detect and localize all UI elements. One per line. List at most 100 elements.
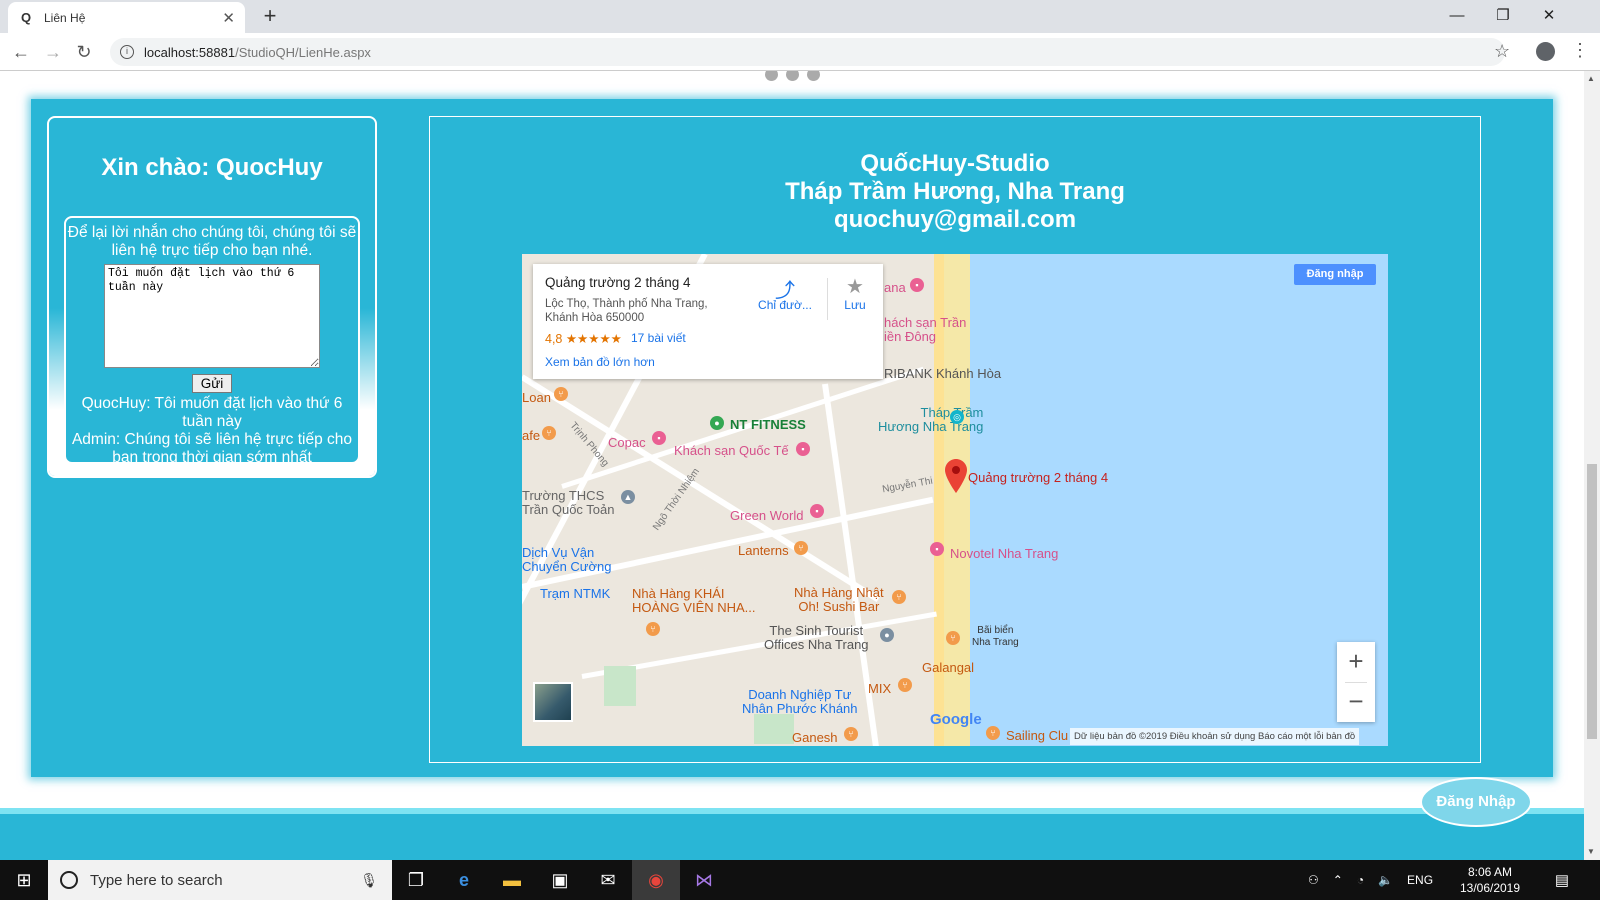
login-button[interactable]: Đăng Nhập	[1420, 777, 1532, 827]
map-label-ana[interactable]: ana	[884, 280, 906, 295]
forward-icon[interactable]: →	[42, 41, 64, 63]
map-label-galangal[interactable]: Galangal	[922, 660, 974, 675]
restaurant-pin-icon[interactable]: ⑂	[646, 622, 660, 636]
window-minimize-button[interactable]: —	[1434, 0, 1480, 30]
scrollbar-thumb[interactable]	[1587, 464, 1597, 739]
map-label-novotel[interactable]: Novotel Nha Trang	[950, 546, 1058, 561]
map-label-quang-truong[interactable]: Quảng trường 2 tháng 4	[968, 470, 1108, 485]
cortana-icon	[60, 871, 78, 889]
map-label-nt-fitness[interactable]: NT FITNESS	[730, 417, 806, 432]
volume-icon[interactable]: 🔈	[1378, 873, 1393, 887]
map-label-ganesh[interactable]: Ganesh	[792, 730, 838, 745]
save-place-button[interactable]: ★ Lưu	[835, 274, 875, 312]
new-tab-button[interactable]: +	[258, 3, 282, 29]
site-info-icon[interactable]: i	[120, 45, 134, 59]
address-bar[interactable]: i localhost:58881 /StudioQH/LienHe.aspx	[110, 38, 1505, 66]
restaurant-pin-icon[interactable]: ⑂	[892, 590, 906, 604]
map-label-sailing[interactable]: Sailing Clu	[1006, 728, 1068, 743]
map-pin-icon[interactable]: ●	[710, 416, 724, 430]
map-label-lanterns[interactable]: Lanterns	[738, 543, 789, 558]
hotel-pin-icon[interactable]: ▪	[796, 442, 810, 456]
place-pin-icon[interactable]: ●	[880, 628, 894, 642]
map-label-khach-san-quoc-te[interactable]: Khách sạn Quốc Tế	[674, 443, 789, 458]
map-label-mix[interactable]: MIX	[868, 681, 891, 696]
map-label-bai-bien[interactable]: Bãi biển Nha Trang	[972, 625, 1019, 649]
window-close-button[interactable]: ✕	[1526, 0, 1572, 30]
map-label-khach-san-tran[interactable]: hách sạn Trần iền Đông	[884, 316, 966, 344]
chrome-icon[interactable]: ◉	[632, 860, 680, 900]
store-icon[interactable]: ▣	[536, 860, 584, 900]
google-map[interactable]: ● NT FITNESS ▪ Copac Khách sạn Quốc Tế ▪…	[522, 254, 1388, 746]
tray-chevron-icon[interactable]: ⌃	[1333, 873, 1343, 887]
restaurant-pin-icon[interactable]: ⑂	[844, 727, 858, 741]
larger-map-link[interactable]: Xem bản đồ lớn hơn	[545, 355, 655, 369]
map-label-tram-ntmk[interactable]: Trạm NTMK	[540, 586, 610, 601]
satellite-toggle-button[interactable]	[533, 682, 573, 722]
restaurant-pin-icon[interactable]: ⑂	[946, 631, 960, 645]
restaurant-pin-icon[interactable]: ⑂	[554, 387, 568, 401]
map-label-truong-thcs[interactable]: Trường THCS Trần Quốc Toản	[522, 489, 615, 517]
directions-icon: ⤴	[775, 280, 795, 302]
map-attribution[interactable]: Dữ liệu bản đồ ©2019 Điều khoản sử dụng …	[1070, 728, 1360, 745]
chat-message-user: QuocHuy: Tôi muốn đặt lịch vào thứ 6 tuầ…	[81, 395, 343, 430]
page-scrollbar[interactable]: ▲ ▼	[1584, 71, 1600, 860]
reload-icon[interactable]: ↻	[73, 41, 95, 63]
restaurant-pin-icon[interactable]: ⑂	[986, 726, 1000, 740]
map-label-nha-hang-khai[interactable]: Nhà Hàng KHÁI HOÀNG VIÊN NHA...	[632, 587, 756, 615]
zoom-out-button[interactable]: −	[1337, 682, 1375, 722]
map-label-nha-hang-nhat[interactable]: Nhà Hàng Nhật Oh! Sushi Bar	[794, 586, 884, 614]
directions-button[interactable]: ⤴ Chỉ đườ...	[758, 274, 812, 312]
hotel-pin-icon[interactable]: ▪	[652, 431, 666, 445]
attraction-pin-icon[interactable]: ◎	[950, 410, 964, 424]
zoom-in-button[interactable]: +	[1337, 642, 1375, 682]
edge-browser-icon[interactable]: e	[440, 860, 488, 900]
map-label-copac[interactable]: Copac	[608, 435, 646, 450]
scroll-up-icon[interactable]: ▲	[1587, 74, 1595, 83]
slider-dot[interactable]	[786, 71, 799, 81]
visual-studio-icon[interactable]: ⋈	[680, 860, 728, 900]
people-icon[interactable]: ⚇	[1308, 873, 1319, 887]
restaurant-pin-icon[interactable]: ⑂	[542, 426, 556, 440]
task-view-icon[interactable]: ❐	[392, 860, 440, 900]
map-label-thap-tram-huong[interactable]: Tháp Trầm Hương Nha Trang	[878, 406, 983, 434]
map-label-dich-vu[interactable]: Dịch Vụ Vận Chuyển Cường	[522, 546, 612, 574]
map-label-loan[interactable]: Loan	[522, 390, 551, 405]
map-label-agribank[interactable]: RIBANK Khánh Hòa	[884, 366, 1001, 381]
back-icon[interactable]: ←	[10, 41, 32, 63]
language-indicator[interactable]: ENG	[1407, 873, 1433, 887]
mail-icon[interactable]: ✉	[584, 860, 632, 900]
scroll-down-icon[interactable]: ▼	[1587, 847, 1595, 856]
taskbar-search-box[interactable]: Type here to search 🎙	[48, 860, 392, 900]
bookmark-star-icon[interactable]: ☆	[1494, 41, 1510, 62]
slider-dot[interactable]	[765, 71, 778, 81]
map-label-afe[interactable]: afe	[522, 428, 540, 443]
hotel-pin-icon[interactable]: ▪	[910, 278, 924, 292]
slider-dot[interactable]	[807, 71, 820, 81]
hotel-pin-icon[interactable]: ▪	[930, 542, 944, 556]
page-content: Xin chào: QuocHuy Để lại lời nhắn cho ch…	[0, 71, 1584, 860]
selected-location-pin-icon[interactable]	[945, 459, 967, 493]
microphone-icon[interactable]: 🎙	[360, 872, 378, 889]
message-textarea[interactable]: Tôi muốn đặt lịch vào thứ 6 tuần này	[104, 264, 320, 368]
map-place-card: Quảng trường 2 tháng 4 Lộc Thọ, Thành ph…	[533, 264, 883, 379]
send-button[interactable]: Gửi	[191, 374, 233, 393]
tab-close-icon[interactable]: ✕	[222, 9, 235, 27]
network-icon[interactable]: ◔	[1357, 873, 1364, 887]
hotel-pin-icon[interactable]: ▪	[810, 504, 824, 518]
map-label-sinh-tourist[interactable]: The Sinh Tourist Offices Nha Trang	[764, 624, 869, 652]
restaurant-pin-icon[interactable]: ⑂	[794, 541, 808, 555]
windows-start-icon[interactable]: ⊞	[0, 860, 48, 900]
school-pin-icon[interactable]: ▲	[621, 490, 635, 504]
window-maximize-button[interactable]: ❐	[1480, 0, 1526, 30]
taskbar-clock[interactable]: 8:06 AM 13/06/2019	[1455, 864, 1525, 896]
map-label-green-world[interactable]: Green World	[730, 508, 803, 523]
map-sign-in-button[interactable]: Đăng nhập	[1294, 264, 1376, 285]
restaurant-pin-icon[interactable]: ⑂	[898, 678, 912, 692]
map-label-doanh-nghiep[interactable]: Doanh Nghiệp Tư Nhân Phước Khánh	[742, 688, 858, 716]
file-explorer-icon[interactable]: ▬	[488, 860, 536, 900]
notifications-icon[interactable]: ▤	[1542, 860, 1582, 900]
browser-tab[interactable]: Q Liên Hệ ✕	[8, 2, 245, 33]
menu-kebab-icon[interactable]: ⋮	[1571, 40, 1589, 61]
account-icon[interactable]	[1536, 42, 1555, 61]
place-reviews-link[interactable]: 17 bài viết	[631, 331, 686, 345]
